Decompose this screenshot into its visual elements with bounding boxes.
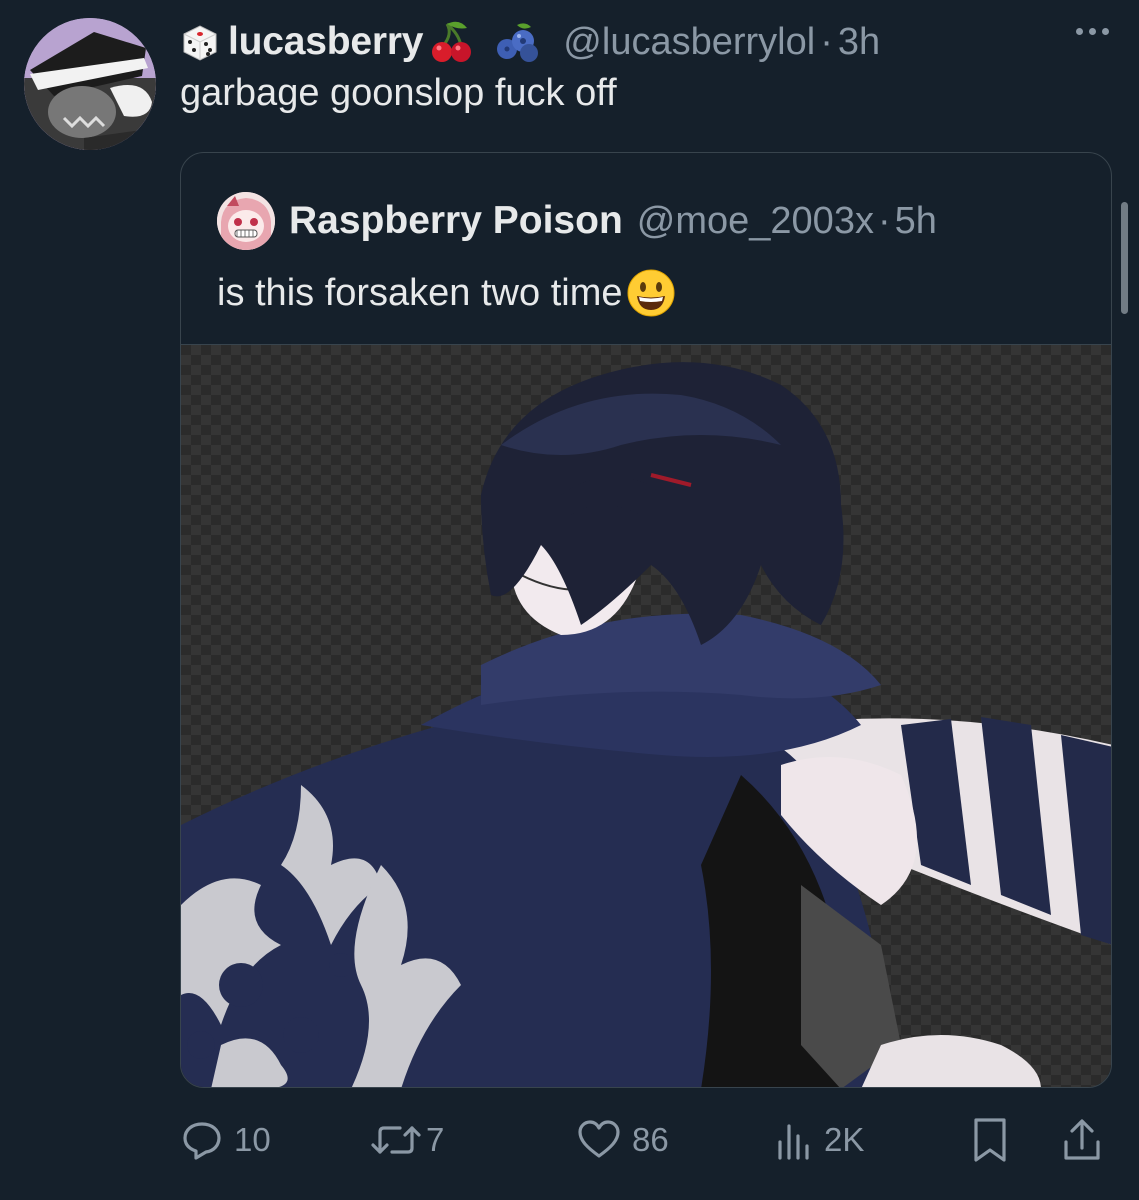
quoted-author-handle[interactable]: @moe_2003x — [637, 200, 874, 243]
author-display-name[interactable]: lucasberry — [228, 20, 423, 64]
tweet-timestamp[interactable]: 3h — [838, 21, 880, 64]
quoted-author-avatar — [217, 192, 275, 250]
tweet-text: garbage goonslop fuck off — [180, 72, 617, 114]
header-separator: · — [820, 20, 833, 63]
author-handle[interactable]: @lucasberrylol — [563, 21, 815, 64]
bookmark-button[interactable] — [970, 1112, 1010, 1168]
dice-icon — [180, 22, 220, 62]
avatar-image — [24, 18, 156, 150]
share-button[interactable] — [1060, 1112, 1104, 1168]
views-chart-icon — [774, 1118, 814, 1162]
cherry-icon — [429, 21, 475, 62]
quoted-tweet-text: is this forsaken two time — [217, 271, 623, 314]
reply-icon — [180, 1118, 224, 1162]
reply-count: 10 — [234, 1121, 271, 1158]
quoted-timestamp[interactable]: 5h — [895, 200, 937, 243]
quoted-tweet-header: Raspberry Poison @moe_2003x · 5h — [217, 189, 937, 253]
repost-icon — [370, 1118, 422, 1162]
quoted-author-display-name[interactable]: Raspberry Poison — [289, 199, 623, 243]
quoted-tweet-card[interactable]: Raspberry Poison @moe_2003x · 5h is this… — [180, 152, 1112, 1088]
repost-count: 7 — [426, 1121, 445, 1158]
blueberry-icon — [493, 22, 543, 62]
heart-icon — [576, 1118, 622, 1162]
bookmark-icon — [970, 1116, 1010, 1164]
tweet-view: lucasberry @lucasberrylol · 3h garbage g… — [0, 0, 1139, 1200]
quoted-header-separator: · — [877, 199, 891, 242]
repost-button[interactable]: 7 — [370, 1112, 444, 1168]
quoted-media-image[interactable] — [181, 345, 1111, 1087]
share-icon — [1060, 1116, 1104, 1164]
scrollbar[interactable] — [1121, 202, 1128, 314]
like-button[interactable]: 86 — [576, 1112, 669, 1168]
tweet-header: lucasberry @lucasberrylol · 3h — [180, 14, 880, 70]
author-avatar[interactable] — [24, 18, 156, 150]
tweet-action-bar: 10 7 86 2K — [180, 1112, 1110, 1168]
views-count: 2K — [824, 1121, 865, 1158]
quoted-avatar-image — [217, 192, 275, 250]
like-count: 86 — [632, 1121, 669, 1158]
reply-button[interactable]: 10 — [180, 1112, 271, 1168]
quoted-tweet-text-row: is this forsaken two time — [217, 265, 676, 321]
views-button[interactable]: 2K — [774, 1112, 864, 1168]
character-render-image — [181, 362, 1111, 1087]
grinning-face-icon — [626, 268, 676, 318]
more-options-icon[interactable] — [1076, 28, 1109, 35]
